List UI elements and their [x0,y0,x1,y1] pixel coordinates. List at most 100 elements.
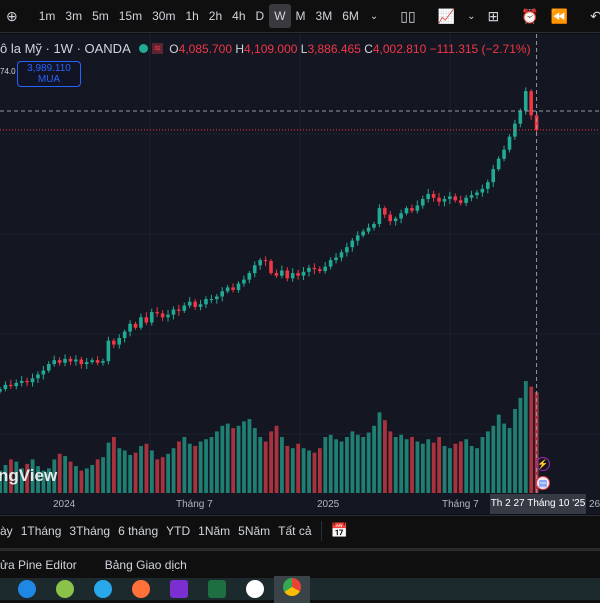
volume-bar [182,437,187,493]
timeframe-30m[interactable]: 30m [147,4,180,28]
divider [320,520,322,541]
timeframe-4h[interactable]: 4h [227,4,250,28]
close-value: 4,002.810 [372,41,427,56]
chart-area[interactable] [0,34,600,514]
volume-bar [328,434,333,493]
candle-body [36,374,40,379]
timeframe-5m[interactable]: 5m [87,4,114,28]
volume-bar [139,445,143,493]
range-item[interactable]: Tất cả [274,524,315,538]
candle-body [307,267,311,272]
candle-body [9,384,13,387]
pine-editor-tab[interactable]: ửa Pine Editor [0,558,105,572]
range-item[interactable]: 3Tháng [65,524,114,538]
volume-bar [404,439,409,493]
indicators-icon[interactable]: 📈 [432,8,461,25]
candle-body [486,182,490,189]
go-to-date-icon[interactable]: 📅 [327,522,352,539]
alert-icon[interactable]: ⏰ [515,8,544,25]
timeframe-2h[interactable]: 2h [204,4,227,28]
add-symbol-icon[interactable]: ⊕ [0,8,24,25]
volume-bar [263,441,268,493]
candle-body [155,312,159,314]
candle-body [274,273,279,276]
chrome-taskbar-button[interactable] [274,575,310,603]
range-item[interactable]: YTD [162,524,194,538]
volume-bar [448,448,452,493]
replay-icon[interactable]: ⏪ [545,8,574,25]
volume-bar [420,443,425,493]
bottom-panel-tabs: ửa Pine Editor Bảng Giao dịch [0,548,600,578]
candle-type-icon[interactable]: ▯▯ [394,8,421,25]
volume-bar [469,445,474,493]
range-item[interactable]: 5Năm [234,524,274,538]
candle-body [285,270,290,279]
buy-button[interactable]: 3,989.110 MUA [17,61,81,87]
volume-bar [193,445,198,493]
open-label: O [169,41,179,56]
range-item[interactable]: 1Năm [194,524,234,538]
candle-body [193,301,197,307]
timeframe-6M[interactable]: 6M [337,4,364,28]
timeframe-3m[interactable]: 3m [60,4,87,28]
volume-bar [339,441,344,493]
candle-body [263,260,268,262]
timeframe-D[interactable]: D [251,4,270,28]
layouts-icon[interactable]: ⊞ [482,8,506,25]
range-item[interactable]: ày [0,524,17,538]
candlestick-chart[interactable] [0,34,600,514]
volume-bar [231,428,236,493]
candle-body [437,197,441,202]
top-toolbar: ⊕ 1m 3m 5m 15m 30m 1h 2h 4h D W M 3M 6M ⌄ ▯▯ 📈 ⌄ ⊞ ⏰… [0,0,600,33]
date-range-bar: ày 1Tháng 3Tháng 6 tháng YTD 1Năm 5Năm T… [0,515,600,545]
candle-body [323,266,327,272]
candle-body [502,149,506,159]
volume-bar [296,443,301,493]
candle-body [507,136,512,150]
chevron-down-icon[interactable]: ⌄ [461,11,481,22]
candle-body [149,312,154,323]
volume-bar [312,452,317,493]
timeframe-W[interactable]: W [269,4,291,28]
undo-icon[interactable]: ↶ [584,8,600,25]
range-item[interactable]: 1Tháng [17,524,66,538]
volume-bar [345,437,349,493]
lightning-event-icon[interactable]: ⚡ [536,457,550,471]
volume-bar [355,434,360,493]
range-item[interactable]: 6 tháng [114,524,162,538]
edge-icon[interactable] [18,580,36,598]
volume-bar [301,448,306,493]
app-icon[interactable] [170,580,188,598]
candle-body [144,317,149,323]
candle-body [372,223,376,228]
candle-body [57,360,62,363]
candle-body [139,317,143,328]
volume-bar [496,414,501,493]
candle-body [345,247,349,253]
volume-bar [383,420,387,493]
chevron-down-icon[interactable]: ⌄ [364,11,384,22]
volume-bar [84,468,89,493]
candle-body [204,299,208,305]
volume-bar [177,441,181,493]
candle-body [30,378,35,383]
trading-panel-tab[interactable]: Bảng Giao dịch [105,558,199,572]
telegram-icon[interactable] [94,580,112,598]
timeframe-3M[interactable]: 3M [311,4,338,28]
timeframe-15m[interactable]: 15m [114,4,147,28]
candle-body [334,257,338,261]
symbol-title[interactable]: ô la Mỹ · 1W · OANDA [0,41,131,56]
volume-bar [117,448,122,493]
price-tag: 74.0 [0,67,16,76]
volume-bar [442,445,447,493]
volume-bar [57,453,62,493]
timeframe-1h[interactable]: 1h [180,4,203,28]
us-flag-event-icon[interactable]: ▤ [536,476,550,490]
candle-body [117,338,122,345]
coccoc-icon[interactable] [56,580,74,598]
timeframe-1m[interactable]: 1m [34,4,61,28]
timeframe-M[interactable]: M [291,4,311,28]
excel-icon[interactable] [208,580,226,598]
firefox-icon[interactable] [132,580,150,598]
zalo-icon[interactable] [246,580,264,598]
